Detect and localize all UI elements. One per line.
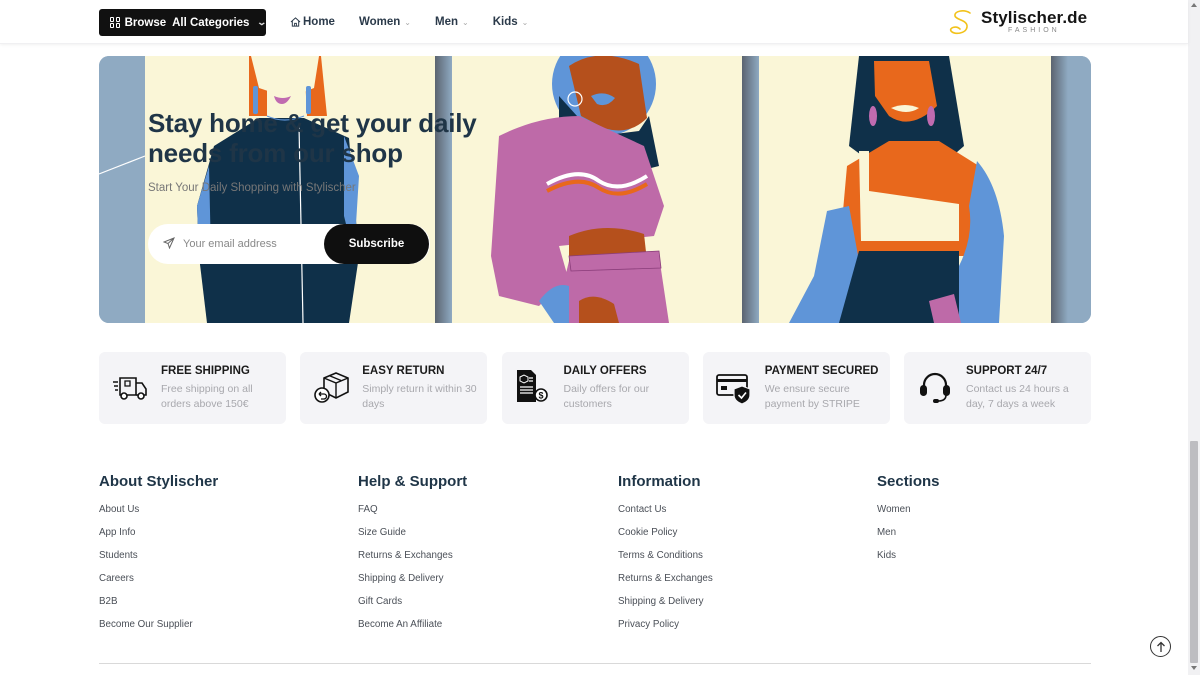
footer-link[interactable]: Privacy Policy — [618, 619, 858, 642]
email-input[interactable] — [183, 232, 323, 256]
feature-card: EASY RETURN Simply return it within 30 d… — [300, 352, 488, 424]
page-scrollbar[interactable] — [1188, 0, 1200, 675]
feature-card: PAYMENT SECURED We ensure secure payment… — [702, 352, 890, 424]
nav-item-men[interactable]: Men ⌄ — [435, 16, 469, 28]
footer-link[interactable]: Shipping & Delivery — [358, 573, 598, 596]
footer-link[interactable]: FAQ — [358, 504, 598, 527]
feature-description: We ensure secure payment by STRIPE — [764, 383, 860, 410]
footer-column-about: About Stylischer About Us App Info Stude… — [99, 473, 339, 642]
home-icon — [290, 17, 301, 27]
delivery-truck-icon — [113, 377, 147, 400]
chevron-down-icon: ⌄ — [461, 17, 469, 27]
scrollbar-thumb[interactable] — [1190, 441, 1198, 663]
hero-title-line-2: needs from our shop — [148, 138, 403, 168]
daily-offers-icon: $ — [516, 370, 548, 402]
footer-link[interactable]: Gift Cards — [358, 596, 598, 619]
page: Browse All Categories ⌄ Home Women ⌄ Men… — [0, 0, 1200, 675]
footer-link[interactable]: Become Our Supplier — [99, 619, 339, 642]
feature-title: PAYMENT SECURED — [764, 365, 879, 377]
nav-item-label: Kids — [492, 16, 518, 28]
footer-link[interactable]: Cookie Policy — [618, 527, 858, 550]
footer-link[interactable]: Returns & Exchanges — [358, 550, 598, 573]
footer-link[interactable]: Terms & Conditions — [618, 550, 858, 573]
site-header: Browse All Categories ⌄ Home Women ⌄ Men… — [0, 0, 1188, 44]
scroll-down-arrow-icon[interactable] — [1191, 666, 1197, 670]
nav-item-kids[interactable]: Kids ⌄ — [493, 16, 529, 28]
chevron-down-icon: ⌄ — [256, 17, 268, 27]
footer-link[interactable]: Become An Affiliate — [358, 619, 598, 642]
nav-item-women[interactable]: Women ⌄ — [359, 16, 411, 28]
footer-link[interactable]: Careers — [99, 573, 339, 596]
feature-title: DAILY OFFERS — [563, 365, 647, 377]
grid-icon — [110, 17, 120, 28]
nav-item-label: Women — [358, 16, 401, 28]
footer-column-title: Information — [618, 473, 701, 490]
nav-item-label: Men — [434, 16, 458, 28]
hero-title: Stay home & get your daily needs from ou… — [148, 108, 568, 168]
scroll-up-arrow-icon[interactable] — [1191, 3, 1197, 7]
secure-payment-icon — [715, 374, 751, 405]
feature-title: SUPPORT 24/7 — [966, 365, 1048, 377]
paper-plane-icon — [163, 237, 175, 249]
logo-tagline: FASHION — [1008, 27, 1060, 34]
feature-description: Contact us 24 hours a day, 7 days a week — [966, 383, 1069, 410]
subscribe-button[interactable]: Subscribe — [324, 224, 429, 264]
footer-column-sections: Sections Women Men Kids — [877, 473, 1117, 573]
footer-column-information: Information Contact Us Cookie Policy Ter… — [618, 473, 858, 642]
return-box-icon — [314, 372, 350, 403]
headset-support-icon — [920, 372, 950, 403]
feature-description: Simply return it within 30 days — [362, 383, 477, 410]
footer-column-title: Help & Support — [358, 473, 468, 490]
footer-column-title: Sections — [877, 473, 940, 490]
chevron-down-icon: ⌄ — [521, 17, 529, 27]
footer-link[interactable]: Shipping & Delivery — [618, 596, 858, 619]
main-nav: Home Women ⌄ Men ⌄ Kids ⌄ — [290, 0, 552, 44]
logo-swirl-icon — [949, 10, 971, 35]
svg-text:$: $ — [538, 391, 543, 401]
newsletter-hero-banner: Stay home & get your daily needs from ou… — [99, 56, 1091, 323]
footer-link[interactable]: Women — [877, 504, 1117, 527]
feature-card: SUPPORT 24/7 Contact us 24 hours a day, … — [904, 352, 1091, 424]
footer-link[interactable]: Size Guide — [358, 527, 598, 550]
footer-link[interactable]: Contact Us — [618, 504, 858, 527]
chevron-down-icon: ⌄ — [404, 17, 411, 27]
feature-card: FREE SHIPPING Free shipping on all order… — [99, 352, 286, 424]
footer-divider — [99, 663, 1091, 664]
hero-title-line-1: Stay home & get your daily — [148, 108, 477, 138]
feature-highlights: FREE SHIPPING Free shipping on all order… — [99, 352, 1091, 424]
footer-link[interactable]: Men — [877, 527, 1117, 550]
arrow-up-icon — [1156, 641, 1165, 652]
footer-link[interactable]: B2B — [99, 596, 339, 619]
footer-link[interactable]: App Info — [99, 527, 339, 550]
footer-link[interactable]: Kids — [877, 550, 1117, 573]
feature-description: Free shipping on all orders above 150€ — [161, 383, 253, 410]
newsletter-form: Subscribe — [148, 224, 430, 264]
hero-subtitle: Start Your Daily Shopping with Stylische… — [148, 182, 356, 194]
scroll-to-top-button[interactable] — [1150, 636, 1171, 657]
feature-card: $ DAILY OFFERS Daily offers for our cust… — [501, 352, 689, 424]
feature-title: FREE SHIPPING — [161, 365, 250, 377]
footer-column-title: About Stylischer — [99, 473, 219, 490]
footer-link[interactable]: About Us — [99, 504, 339, 527]
site-logo[interactable]: Stylischer.de FASHION — [948, 5, 1093, 39]
browse-categories-button[interactable]: Browse All Categories ⌄ — [99, 9, 268, 36]
footer-link[interactable]: Students — [99, 550, 339, 573]
footer-link[interactable]: Returns & Exchanges — [618, 573, 858, 596]
feature-description: Daily offers for our customers — [563, 383, 650, 410]
nav-item-home[interactable]: Home — [290, 16, 335, 28]
footer-column-help: Help & Support FAQ Size Guide Returns & … — [358, 473, 598, 642]
nav-item-label: Home — [303, 16, 335, 28]
feature-title: EASY RETURN — [362, 365, 445, 377]
logo-name: Stylischer.de — [981, 8, 1088, 27]
browse-categories-label: Browse All Categories — [124, 16, 250, 29]
